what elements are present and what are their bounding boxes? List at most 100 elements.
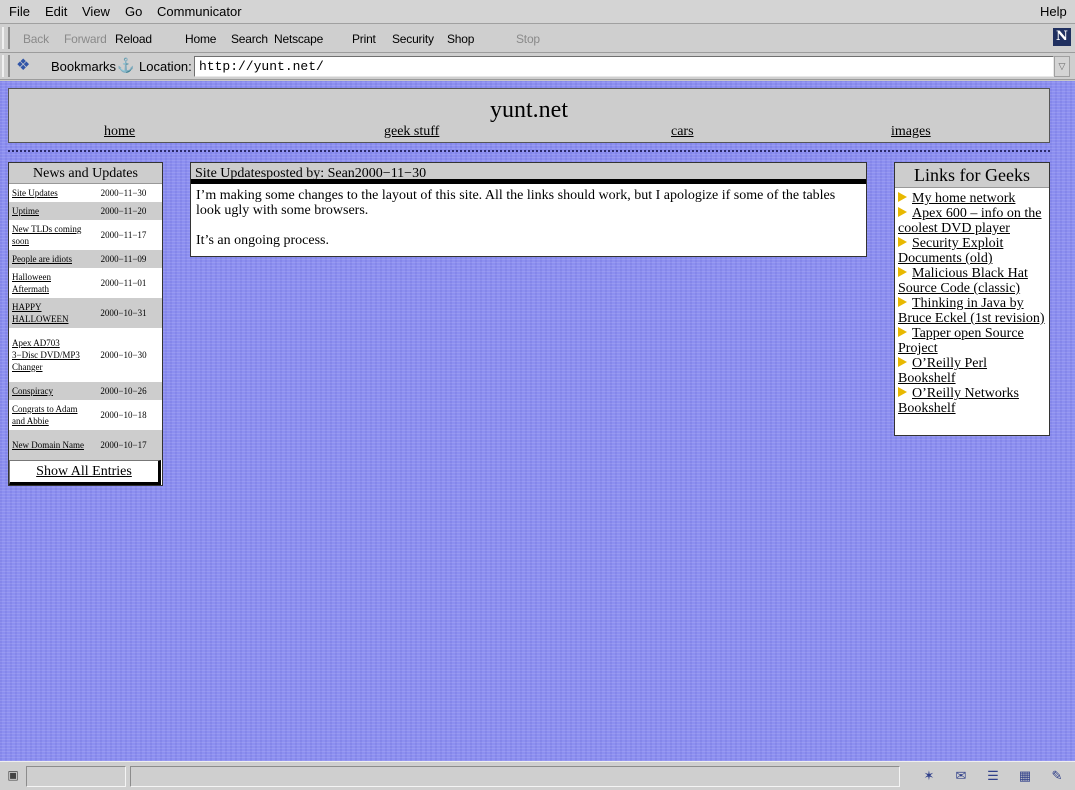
yellow-arrow-icon — [898, 297, 907, 307]
news-row: New TLDs coming soon 2000−11−17 — [9, 220, 162, 250]
news-row: Site Updates 2000−11−30 — [9, 184, 162, 202]
news-item-link[interactable]: Congrats to Adam and Abbie — [12, 403, 88, 427]
menu-go[interactable]: Go — [125, 4, 142, 19]
menu-bar: File Edit View Go Communicator Help — [0, 0, 1075, 24]
list-item: O’Reilly Perl Bookshelf — [898, 356, 1047, 386]
nav-geek-stuff-link[interactable]: geek stuff — [384, 124, 439, 140]
news-row: Conspiracy 2000−10−26 — [9, 382, 162, 400]
post-heading: Site Updatesposted by: Sean2000−11−30 — [191, 163, 866, 184]
status-bar: ▣ ✶ ✉ ☰ ▦ ✎ — [0, 761, 1075, 790]
composer-icon[interactable]: ✎ — [1045, 766, 1069, 786]
news-item-link[interactable]: New TLDs coming soon — [12, 223, 88, 247]
yellow-arrow-icon — [898, 357, 907, 367]
location-label: Location: — [139, 59, 192, 74]
news-item-link[interactable]: Uptime — [12, 205, 88, 217]
security-button[interactable]: Security — [392, 32, 434, 46]
bookmarks-button[interactable]: Bookmarks — [51, 59, 116, 74]
netscape-n-icon[interactable]: N — [1053, 28, 1071, 46]
forward-button[interactable]: Forward — [64, 32, 107, 46]
bookmarks-icon[interactable]: ❖ — [16, 57, 38, 75]
menu-view[interactable]: View — [82, 4, 110, 19]
netscape-button[interactable]: Netscape — [274, 32, 323, 46]
yellow-arrow-icon — [898, 387, 907, 397]
security-lock-icon[interactable]: ▣ — [4, 768, 22, 785]
links-panel-title: Links for Geeks — [895, 163, 1049, 188]
news-item-date: 2000−10−26 — [100, 386, 147, 396]
progress-field — [26, 766, 126, 787]
yellow-arrow-icon — [898, 207, 907, 217]
geek-link[interactable]: O’Reilly Networks Bookshelf — [898, 386, 1019, 416]
news-item-date: 2000−11−09 — [100, 254, 147, 264]
news-item-date: 2000−10−30 — [100, 350, 147, 360]
status-text-field — [130, 766, 900, 787]
news-item-date: 2000−11−30 — [100, 188, 147, 198]
news-panel: News and Updates Site Updates 2000−11−30… — [8, 162, 163, 486]
news-row: New Domain Name 2000−10−17 — [9, 430, 162, 460]
geek-link[interactable]: Malicious Black Hat Source Code (classic… — [898, 266, 1028, 296]
news-item-date: 2000−10−18 — [100, 410, 147, 420]
nav-cars-link[interactable]: cars — [671, 124, 694, 140]
list-item: Malicious Black Hat Source Code (classic… — [898, 266, 1047, 296]
list-item: Tapper open Source Project — [898, 326, 1047, 356]
site-header: yunt.net home geek stuff cars images — [8, 88, 1050, 143]
shop-button[interactable]: Shop — [447, 32, 474, 46]
list-item: My home network — [898, 191, 1047, 206]
print-button[interactable]: Print — [352, 32, 376, 46]
news-item-link[interactable]: New Domain Name — [12, 439, 88, 451]
stop-button[interactable]: Stop — [516, 32, 540, 46]
post-paragraph: It’s an ongoing process. — [196, 233, 329, 248]
news-item-link[interactable]: Apex AD703 3−Disc DVD/MP3 Changer — [12, 337, 88, 373]
back-button[interactable]: Back — [23, 32, 49, 46]
location-grip[interactable] — [2, 55, 10, 77]
post-body: I’m making some changes to the layout of… — [191, 184, 866, 267]
home-button[interactable]: Home — [185, 32, 216, 46]
news-row: Uptime 2000−11−20 — [9, 202, 162, 220]
yellow-arrow-icon — [898, 327, 907, 337]
navigation-toolbar: Back Forward Reload Home Search Netscape… — [0, 24, 1075, 53]
news-item-link[interactable]: Conspiracy — [12, 385, 88, 397]
geek-link[interactable]: Thinking in Java by Bruce Eckel (1st rev… — [898, 296, 1045, 326]
menu-help[interactable]: Help — [1040, 4, 1067, 19]
menu-communicator[interactable]: Communicator — [157, 4, 242, 19]
post-paragraph: I’m making some changes to the layout of… — [196, 188, 836, 218]
news-item-link[interactable]: HAPPY HALLOWEEN — [12, 301, 88, 325]
yellow-arrow-icon — [898, 192, 907, 202]
location-icon[interactable]: ⚓ — [117, 57, 134, 74]
nav-home-link[interactable]: home — [104, 124, 135, 140]
news-row: HAPPY HALLOWEEN 2000−10−31 — [9, 298, 162, 328]
geek-link[interactable]: Apex 600 – info on the coolest DVD playe… — [898, 206, 1041, 236]
news-item-link[interactable]: People are idiots — [12, 253, 88, 265]
geek-link[interactable]: My home network — [912, 191, 1015, 206]
links-list: My home network Apex 600 – info on the c… — [895, 188, 1049, 416]
component-bar: ✶ ✉ ☰ ▦ ✎ — [917, 766, 1069, 788]
nav-images-link[interactable]: images — [891, 124, 931, 140]
mail-icon[interactable]: ✉ — [949, 766, 973, 786]
list-item: Thinking in Java by Bruce Eckel (1st rev… — [898, 296, 1047, 326]
list-item: O’Reilly Networks Bookshelf — [898, 386, 1047, 416]
news-item-link[interactable]: Halloween Aftermath — [12, 271, 88, 295]
newsgroups-icon[interactable]: ☰ — [981, 766, 1005, 786]
url-input[interactable]: http://yunt.net/ — [194, 56, 1054, 77]
page-content: yunt.net home geek stuff cars images New… — [0, 81, 1075, 761]
geek-link[interactable]: O’Reilly Perl Bookshelf — [898, 356, 987, 386]
news-item-link[interactable]: Site Updates — [12, 187, 88, 199]
links-panel: Links for Geeks My home network Apex 600… — [894, 162, 1050, 436]
reload-button[interactable]: Reload — [115, 32, 152, 46]
show-all-entries-button[interactable]: Show All Entries — [9, 460, 161, 485]
geek-link[interactable]: Security Exploit Documents (old) — [898, 236, 1003, 266]
menu-file[interactable]: File — [9, 4, 30, 19]
dotted-divider — [8, 150, 1050, 152]
navigator-icon[interactable]: ✶ — [917, 766, 941, 786]
url-dropdown-icon[interactable]: ▽ — [1054, 56, 1070, 77]
menu-edit[interactable]: Edit — [45, 4, 67, 19]
news-item-date: 2000−10−31 — [100, 308, 147, 318]
search-button[interactable]: Search — [231, 32, 268, 46]
address-book-icon[interactable]: ▦ — [1013, 766, 1037, 786]
list-item: Security Exploit Documents (old) — [898, 236, 1047, 266]
news-item-date: 2000−10−17 — [100, 440, 147, 450]
site-title: yunt.net — [490, 97, 568, 123]
geek-link[interactable]: Tapper open Source Project — [898, 326, 1024, 356]
news-row: People are idiots 2000−11−09 — [9, 250, 162, 268]
toolbar-grip[interactable] — [2, 27, 10, 49]
location-toolbar: ❖ Bookmarks ⚓ Location: http://yunt.net/… — [0, 53, 1075, 80]
